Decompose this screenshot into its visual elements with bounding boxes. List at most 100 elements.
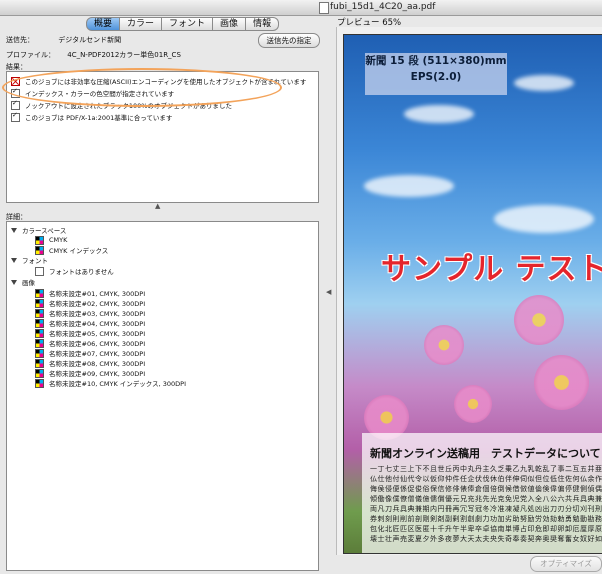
tab-summary[interactable]: 概要 — [86, 17, 121, 31]
sample-headline: サンプル テスト — [381, 252, 602, 287]
body-line: 券刺刻則削前剖剛剣剤副剰割創劇力功加劣助努励労効劾勅勇勉動勘務勝募勢勤勧勲勺匁 — [370, 515, 602, 523]
profile-label: プロファイル： — [6, 51, 55, 59]
ad-format-text: EPS(2.0) — [410, 71, 462, 83]
result-text: インデックス・カラーの色空間が指定されています — [25, 90, 175, 98]
tree-item[interactable]: 名称未設定#05, CMYK, 300DPI — [35, 328, 145, 338]
tree-item[interactable]: 名称未設定#03, CMYK, 300DPI — [35, 308, 145, 318]
item-text: フォントはありません — [49, 268, 114, 276]
image-icon — [35, 348, 44, 358]
preview-page: 新聞 15 段 (511×380)mm EPS(2.0) サンプル テスト 新聞… — [343, 34, 602, 554]
item-text: CMYK — [49, 236, 68, 244]
tree-item[interactable]: 名称未設定#01, CMYK, 300DPI — [35, 288, 145, 298]
disclosure-triangle-icon[interactable] — [11, 227, 17, 233]
results-list[interactable]: このジョブには非効率な圧縮(ASCII)エンコーディングを使用したオブジェクトが… — [6, 71, 319, 203]
body-line: 両凡刀兵具典兼期内円冊再冗写冠冬冷准凍凝凡処凶出刀刃分切刈刊刑列初判別利到制刷 — [370, 505, 602, 513]
cmyk-swatch-icon — [35, 235, 44, 245]
profile-row: プロファイル： 4C_N-PDF2012カラー単色01R_CS — [6, 50, 181, 60]
splitter-handle-icon[interactable]: ▲ — [155, 202, 160, 210]
item-text: 名称未設定#01, CMYK, 300DPI — [49, 290, 146, 298]
result-item[interactable]: ノックアウトに設定されたブラック100%のオブジェクトがありました — [11, 99, 232, 110]
item-text: 名称未設定#07, CMYK, 300DPI — [49, 350, 146, 358]
cloud-shape — [404, 105, 474, 123]
image-icon — [35, 328, 44, 338]
disclosure-triangle-icon[interactable] — [11, 257, 17, 263]
tree-item[interactable]: CMYK — [35, 235, 67, 245]
tab-color[interactable]: カラー — [120, 17, 163, 31]
image-icon — [35, 378, 44, 388]
result-text: このジョブは PDF/X-1a:2001基準に合っています — [25, 114, 173, 122]
tree-item[interactable]: CMYK インデックス — [35, 245, 108, 255]
tree-item[interactable]: 名称未設定#07, CMYK, 300DPI — [35, 348, 145, 358]
tree-item[interactable]: 名称未設定#04, CMYK, 300DPI — [35, 318, 145, 328]
ad-size-text: 新聞 15 段 (511×380)mm — [365, 55, 507, 67]
flower-shape — [534, 355, 589, 410]
specify-destination-button[interactable]: 送信先の指定 — [258, 33, 320, 48]
cloud-shape — [364, 175, 454, 197]
body-text-box: 新聞オンライン送稿用 テストデータについて 一丁七丈三上下不且世丘丙中丸丹主久乏… — [362, 433, 602, 553]
image-icon — [35, 338, 44, 348]
group-title: カラースペース — [22, 227, 67, 235]
pane-divider-icon[interactable]: ◀ — [326, 288, 331, 296]
result-item[interactable]: このジョブは PDF/X-1a:2001基準に合っています — [11, 111, 173, 122]
image-icon — [35, 308, 44, 318]
result-text: ノックアウトに設定されたブラック100%のオブジェクトがありました — [25, 102, 232, 110]
item-text: 名称未設定#10, CMYK インデックス, 300DPI — [49, 380, 186, 388]
group-title: フォント — [22, 257, 48, 265]
tree-item[interactable]: 名称未設定#08, CMYK, 300DPI — [35, 358, 145, 368]
box-title: 新聞オンライン送稿用 テストデータについて — [370, 447, 601, 460]
tab-font[interactable]: フォント — [162, 17, 214, 31]
item-text: 名称未設定#05, CMYK, 300DPI — [49, 330, 146, 338]
body-line: 傾働像僕僚僧儀億儒償優元兄充兆先光克免児党入全八公六共兵具典兼内円冊再冗写冠冬 — [370, 495, 602, 503]
body-line: 包化北匠匹区医匿十千升午半卑卒卓協南単博占印危即却卵卸厄厘厚原厳去参又及友双反 — [370, 525, 602, 533]
item-text: 名称未設定#06, CMYK, 300DPI — [49, 340, 146, 348]
destination-row: 送信先： デジタルセンド新聞 — [6, 35, 121, 45]
item-text: 名称未設定#08, CMYK, 300DPI — [49, 360, 146, 368]
item-text: 名称未設定#09, CMYK, 300DPI — [49, 370, 146, 378]
image-icon — [35, 318, 44, 328]
disclosure-triangle-icon[interactable] — [11, 279, 17, 285]
item-text: 名称未設定#03, CMYK, 300DPI — [49, 310, 146, 318]
tree-item[interactable]: 名称未設定#06, CMYK, 300DPI — [35, 338, 145, 348]
inspector-pane: 概要 カラー フォント 画像 情報 送信先： デジタルセンド新聞 送信先の指定 … — [0, 15, 322, 574]
check-icon — [11, 111, 20, 122]
result-text: このジョブには非効率な圧縮(ASCII)エンコーディングを使用したオブジェクトが… — [25, 78, 307, 86]
font-icon — [35, 266, 44, 276]
check-icon — [11, 87, 20, 98]
destination-value: デジタルセンド新聞 — [58, 36, 122, 44]
tree-item[interactable]: フォントはありません — [35, 266, 114, 276]
tree-item[interactable]: 名称未設定#10, CMYK インデックス, 300DPI — [35, 378, 186, 388]
body-line: 壊士壮声売変夏夕外多夜夢大天太夫央失奇奉奏契奔奥奨奪奮女奴好如妃妊妙妥妨妹妻姉 — [370, 535, 602, 543]
tab-bar: 概要 カラー フォント 画像 情報 — [86, 17, 280, 31]
image-icon — [35, 358, 44, 368]
tree-group-font[interactable]: フォント — [11, 255, 48, 265]
optimize-button[interactable]: オプティマイズ — [530, 556, 602, 572]
tree-item[interactable]: 名称未設定#09, CMYK, 300DPI — [35, 368, 145, 378]
flower-shape — [454, 385, 492, 423]
item-text: 名称未設定#04, CMYK, 300DPI — [49, 320, 146, 328]
title-bar: fubi_15d1_4C20_aa.pdf — [0, 0, 602, 16]
cloud-shape — [514, 75, 574, 91]
tab-image[interactable]: 画像 — [213, 17, 247, 31]
result-item[interactable]: インデックス・カラーの色空間が指定されています — [11, 87, 175, 98]
group-title: 画像 — [22, 279, 35, 287]
check-icon — [11, 99, 20, 110]
cmyk-swatch-icon — [35, 245, 44, 255]
document-icon — [319, 2, 329, 14]
ad-size-label: 新聞 15 段 (511×380)mm EPS(2.0) — [365, 53, 507, 95]
image-icon — [35, 368, 44, 378]
result-item[interactable]: このジョブには非効率な圧縮(ASCII)エンコーディングを使用したオブジェクトが… — [11, 76, 306, 86]
cloud-shape — [494, 205, 594, 233]
tree-item[interactable]: 名称未設定#02, CMYK, 300DPI — [35, 298, 145, 308]
details-tree[interactable]: カラースペース CMYK CMYK インデックス フォント フォントはありません… — [6, 221, 319, 571]
profile-value: 4C_N-PDF2012カラー単色01R_CS — [67, 51, 181, 59]
image-icon — [35, 288, 44, 298]
window-title: fubi_15d1_4C20_aa.pdf — [330, 2, 436, 12]
body-line: 一丁七丈三上下不且世丘丙中丸丹主久乏乗乙九乳乾乱了事二互五井亜亡交享京人仁今介 — [370, 465, 602, 473]
body-line: 侮侯侵便係促俊俗保信修俳俵俸倉個倍倒候借倣値倫倹偉偏停健側偵偶偽傍傑傘備催債傷 — [370, 485, 602, 493]
item-text: CMYK インデックス — [49, 247, 109, 255]
item-text: 名称未設定#02, CMYK, 300DPI — [49, 300, 146, 308]
destination-label: 送信先： — [6, 36, 34, 44]
tree-group-colorspace[interactable]: カラースペース — [11, 225, 66, 235]
tab-info[interactable]: 情報 — [246, 17, 280, 31]
tree-group-image[interactable]: 画像 — [11, 277, 35, 287]
